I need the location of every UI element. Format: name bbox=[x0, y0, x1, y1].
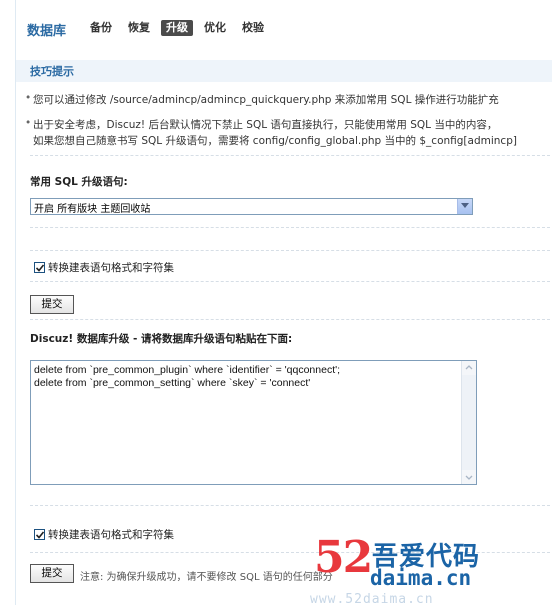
main-frame: 数据库 备份 恢复 升级 优化 校验 技巧提示 • 您可以通过修改 /sourc… bbox=[15, 0, 552, 605]
tip-text: 如果您想自己随意书写 SQL 升级语句，需要将 config/config_gl… bbox=[33, 135, 517, 147]
tab-optimize[interactable]: 优化 bbox=[204, 20, 226, 36]
upgrade-label: Discuz! 数据库升级 - 请将数据库升级语句粘贴在下面: bbox=[30, 333, 293, 345]
watermark-number: 52 bbox=[314, 532, 373, 583]
tips-header: 技巧提示 bbox=[16, 60, 552, 82]
submit-common-sql-button[interactable]: 提交 bbox=[30, 295, 74, 314]
tips-title: 技巧提示 bbox=[30, 65, 74, 78]
watermark-domain: daima.cn bbox=[370, 566, 472, 590]
page-header: 数据库 备份 恢复 升级 优化 校验 bbox=[16, 0, 552, 61]
tip-item: • 您可以通过修改 /source/admincp/admincp_quickq… bbox=[25, 92, 499, 107]
common-sql-select[interactable]: 开启 所有版块 主题回收站 bbox=[30, 198, 473, 215]
tab-check[interactable]: 校验 bbox=[242, 20, 264, 36]
upgrade-convert-charset-label: 转换建表语句格式和字符集 bbox=[48, 529, 174, 541]
tab-backup[interactable]: 备份 bbox=[90, 20, 112, 36]
sql-line: delete from `pre_common_plugin` where `i… bbox=[34, 364, 341, 376]
divider bbox=[30, 227, 550, 228]
sql-line: delete from `pre_common_setting` where `… bbox=[34, 377, 311, 389]
convert-charset-label: 转换建表语句格式和字符集 bbox=[48, 262, 174, 274]
divider bbox=[30, 505, 550, 506]
common-sql-label: 常用 SQL 升级语句: bbox=[30, 176, 128, 188]
bullet-icon: • bbox=[25, 117, 32, 129]
scroll-up-icon[interactable] bbox=[462, 361, 476, 375]
tip-item: • 出于安全考虑，Discuz! 后台默认情况下禁止 SQL 语句直接执行，只能… bbox=[25, 117, 498, 132]
sql-textarea[interactable]: delete from `pre_common_plugin` where `i… bbox=[30, 360, 477, 485]
divider bbox=[30, 319, 550, 320]
bullet-icon: • bbox=[25, 92, 32, 104]
tab-restore[interactable]: 恢复 bbox=[128, 20, 150, 36]
tab-upgrade[interactable]: 升级 bbox=[161, 20, 193, 36]
tip-text: 您可以通过修改 /source/admincp/admincp_quickque… bbox=[33, 94, 499, 106]
convert-charset-checkbox[interactable] bbox=[34, 262, 45, 273]
tip-item-continued: 如果您想自己随意书写 SQL 升级语句，需要将 config/config_gl… bbox=[33, 133, 517, 148]
divider bbox=[30, 250, 550, 251]
page-title: 数据库 bbox=[27, 24, 67, 39]
submit-upgrade-button[interactable]: 提交 bbox=[30, 564, 74, 583]
tip-text: 出于安全考虑，Discuz! 后台默认情况下禁止 SQL 语句直接执行，只能使用… bbox=[33, 119, 498, 131]
divider bbox=[30, 281, 550, 282]
scroll-down-icon[interactable] bbox=[462, 470, 476, 484]
upgrade-convert-charset-checkbox[interactable] bbox=[34, 529, 45, 540]
chevron-down-icon[interactable] bbox=[457, 199, 472, 214]
divider bbox=[30, 155, 550, 156]
upgrade-note: 注意: 为确保升级成功，请不要修改 SQL 语句的任何部分 bbox=[80, 572, 333, 583]
select-value: 开启 所有版块 主题回收站 bbox=[34, 204, 151, 215]
textarea-scrollbar[interactable] bbox=[461, 361, 476, 484]
